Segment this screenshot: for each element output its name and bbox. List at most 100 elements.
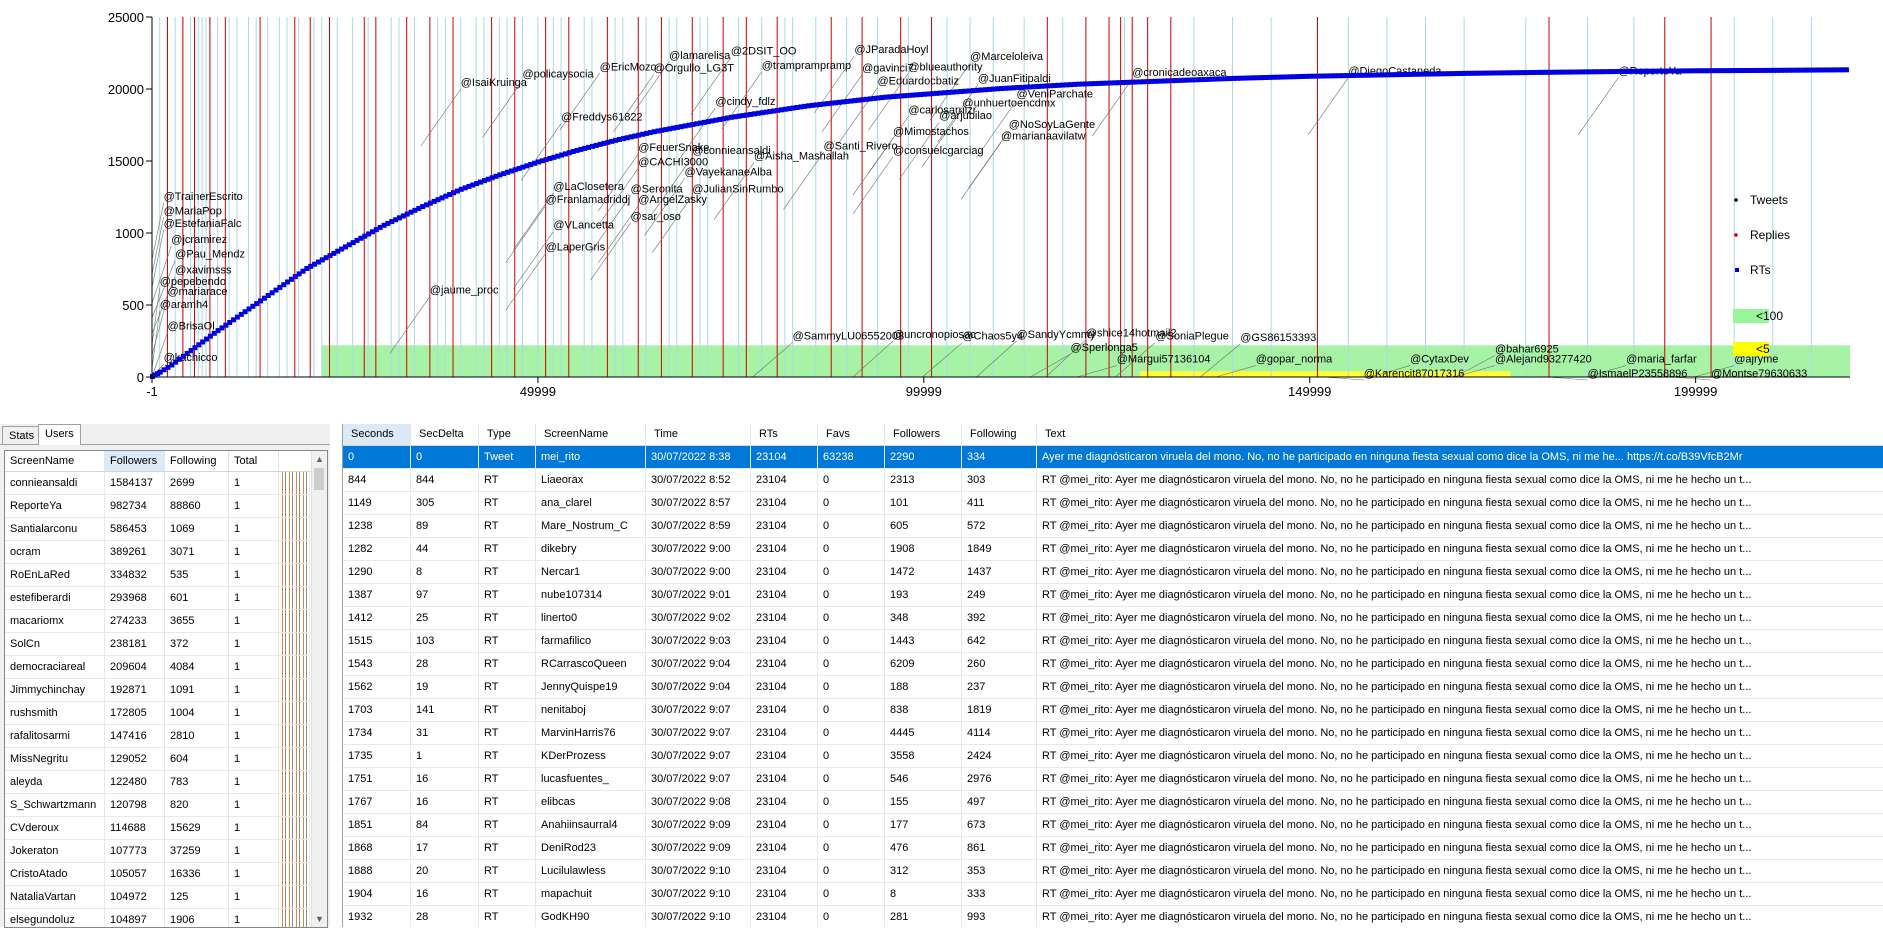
tweets-row[interactable]: 1149 305 RT ana_clarel 30/07/2022 8:57 23104 0… bbox=[343, 492, 1883, 515]
users-row[interactable]: CVderoux 114688 15629 1 bbox=[5, 817, 327, 840]
tweets-row[interactable]: 1851 84 RT Anahiinsaurral4 30/07/2022 9:09 23… bbox=[343, 814, 1883, 837]
annotation-label: @Eduardocbatiz bbox=[878, 76, 960, 88]
tweets-row[interactable]: 1238 89 RT Mare_Nostrum_C 30/07/2022 8:59 231… bbox=[343, 515, 1883, 538]
tweets-column-header-screenname[interactable]: ScreenName bbox=[536, 424, 646, 445]
users-row[interactable]: CristoAtado 105057 16336 1 bbox=[5, 863, 327, 886]
tweets-cell-screenname: RCarrascoQueen bbox=[536, 653, 646, 675]
users-row[interactable]: Jimmychinchay 192871 1091 1 bbox=[5, 679, 327, 702]
tweets-cell-following: 249 bbox=[962, 584, 1037, 606]
users-cell-screenname: SolCn bbox=[5, 633, 105, 655]
tweets-row[interactable]: 1703 141 RT nenitaboj 30/07/2022 9:07 23104 0 8… bbox=[343, 699, 1883, 722]
users-vertical-scrollbar[interactable]: ▲ ▼ bbox=[311, 451, 327, 927]
scroll-up-icon[interactable]: ▲ bbox=[312, 451, 327, 467]
tweets-column-header-secdelta[interactable]: SecDelta bbox=[411, 424, 479, 445]
tweets-row[interactable]: 844 844 RT Liaeorax 30/07/2022 8:52 23104 0 231… bbox=[343, 469, 1883, 492]
tweets-cell-secdelta: 17 bbox=[411, 837, 479, 859]
tweets-column-header-type[interactable]: Type bbox=[479, 424, 536, 445]
tweets-cell-time: 30/07/2022 9:01 bbox=[646, 584, 751, 606]
users-row[interactable]: ReporteYa 982734 88860 1 bbox=[5, 495, 327, 518]
annotation-leader bbox=[520, 123, 562, 181]
users-row[interactable]: rafalitosarmi 147416 2810 1 bbox=[5, 725, 327, 748]
users-row[interactable]: SolCn 238181 372 1 bbox=[5, 633, 327, 656]
annotation-label: @tramprampramp bbox=[762, 60, 851, 72]
users-column-header-total[interactable]: Total bbox=[229, 451, 279, 471]
scroll-thumb[interactable] bbox=[314, 468, 324, 490]
tweets-row[interactable]: 1282 44 RT dikebry 30/07/2022 9:00 23104 0 1908… bbox=[343, 538, 1883, 561]
users-grid-header: ScreenName Followers Following Total bbox=[5, 451, 327, 472]
users-row[interactable]: Santialarconu 586453 1069 1 bbox=[5, 518, 327, 541]
tab-users[interactable]: Users bbox=[38, 424, 81, 445]
users-cell-followers: 147416 bbox=[105, 725, 165, 747]
users-cell-total: 1 bbox=[229, 771, 279, 793]
tweets-column-header-favs[interactable]: Favs bbox=[818, 424, 885, 445]
tweets-cell-followers: 546 bbox=[885, 768, 962, 790]
users-row[interactable]: NataliaVartan 104972 125 1 bbox=[5, 886, 327, 909]
users-row[interactable]: ocram 389261 3071 1 bbox=[5, 541, 327, 564]
tweets-row[interactable]: 1735 1 RT KDerProzess 30/07/2022 9:07 23104 0 3… bbox=[343, 745, 1883, 768]
tweets-column-header-time[interactable]: Time bbox=[646, 424, 751, 445]
annotation-label: @gavinci7 bbox=[862, 63, 914, 75]
tweets-row[interactable]: 1751 16 RT lucasfuentes_ 30/07/2022 9:07 2310… bbox=[343, 768, 1883, 791]
tweets-cell-text: RT @mei_rito: Ayer me diagnósticaron vir… bbox=[1037, 814, 1883, 836]
tweets-row[interactable]: 1412 25 RT linerto0 30/07/2022 9:02 23104 0 348… bbox=[343, 607, 1883, 630]
tweets-column-header-rts[interactable]: RTs bbox=[751, 424, 818, 445]
users-cell-screenname: elsegundoluz bbox=[5, 909, 105, 927]
retweet-timeline-chart[interactable]: @ReporteYa@DiegoCastaneda@cronicadeoaxac… bbox=[0, 0, 1883, 412]
users-cell-followers: 293968 bbox=[105, 587, 165, 609]
tweets-cell-time: 30/07/2022 9:03 bbox=[646, 630, 751, 652]
tweets-row[interactable]: 1387 97 RT nube107314 30/07/2022 9:01 23104 0 1… bbox=[343, 584, 1883, 607]
users-activity-sparkline bbox=[279, 840, 310, 862]
users-cell-following: 2699 bbox=[165, 472, 229, 494]
tweets-row[interactable]: 1767 16 RT elibcas 30/07/2022 9:08 23104 0 155 4… bbox=[343, 791, 1883, 814]
users-row[interactable]: aleyda 122480 783 1 bbox=[5, 771, 327, 794]
tweets-column-header-text[interactable]: Text bbox=[1037, 424, 1883, 445]
users-cell-followers: 334832 bbox=[105, 564, 165, 586]
users-row[interactable]: MissNegritu 129052 604 1 bbox=[5, 748, 327, 771]
tweets-row[interactable]: 1932 28 RT GodKH90 30/07/2022 9:10 23104 0 281 9… bbox=[343, 906, 1883, 927]
users-row[interactable]: connieansaldi 1584137 2699 1 bbox=[5, 472, 327, 495]
scroll-down-icon[interactable]: ▼ bbox=[312, 911, 327, 927]
tweets-row[interactable]: 1562 19 RT JennyQuispe19 30/07/2022 9:04 2310… bbox=[343, 676, 1883, 699]
tweets-row[interactable]: 1543 28 RT RCarrascoQueen 30/07/2022 9:04 231… bbox=[343, 653, 1883, 676]
tweets-row[interactable]: 1868 17 RT DeniRod23 30/07/2022 9:09 23104 0 47… bbox=[343, 837, 1883, 860]
users-column-header-screenname[interactable]: ScreenName bbox=[5, 451, 105, 471]
users-row[interactable]: estefiberardi 293968 601 1 bbox=[5, 587, 327, 610]
tweets-grid[interactable]: Seconds SecDelta Type ScreenName Time RTs Favs… bbox=[342, 424, 1883, 927]
users-column-header-following[interactable]: Following bbox=[165, 451, 229, 471]
tweets-column-header-seconds[interactable]: Seconds bbox=[343, 424, 411, 445]
tweets-row[interactable]: 1290 8 RT Nercar1 30/07/2022 9:00 23104 0 1472 1… bbox=[343, 561, 1883, 584]
tweets-cell-time: 30/07/2022 8:57 bbox=[646, 492, 751, 514]
users-row[interactable]: elsegundoluz 104897 1906 1 bbox=[5, 909, 327, 927]
tab-stats[interactable]: Stats bbox=[2, 426, 42, 444]
tweets-row[interactable]: 1888 20 RT Lucilulawless 30/07/2022 9:10 2310… bbox=[343, 860, 1883, 883]
tweets-cell-following: 334 bbox=[962, 446, 1037, 468]
tweets-row-selected[interactable]: 0 0 Tweet mei_rito 30/07/2022 8:38 23104 63238… bbox=[343, 446, 1883, 469]
tweets-cell-favs: 0 bbox=[818, 814, 885, 836]
chart-canvas[interactable]: @ReporteYa@DiegoCastaneda@cronicadeoaxac… bbox=[0, 0, 1883, 412]
users-row[interactable]: rushsmith 172805 1004 1 bbox=[5, 702, 327, 725]
users-row[interactable]: macariomx 274233 3655 1 bbox=[5, 610, 327, 633]
tweets-cell-text: RT @mei_rito: Ayer me diagnósticaron vir… bbox=[1037, 699, 1883, 721]
tweets-column-header-following[interactable]: Following bbox=[962, 424, 1037, 445]
tweets-row[interactable]: 1515 103 RT farmafilico 30/07/2022 9:03 23104… bbox=[343, 630, 1883, 653]
tweets-cell-secdelta: 103 bbox=[411, 630, 479, 652]
annotation-leader bbox=[420, 88, 461, 147]
users-grid[interactable]: ScreenName Followers Following Total connie… bbox=[4, 450, 328, 928]
y-tick-label: 15000 bbox=[108, 154, 144, 169]
users-cell-followers: 114688 bbox=[105, 817, 165, 839]
tweets-row[interactable]: 1734 31 RT MarvinHarris76 30/07/2022 9:07 231… bbox=[343, 722, 1883, 745]
users-cell-total: 1 bbox=[229, 564, 279, 586]
users-row[interactable]: democraciareal 209604 4084 1 bbox=[5, 656, 327, 679]
tweets-column-header-followers[interactable]: Followers bbox=[885, 424, 962, 445]
users-row[interactable]: S_Schwartzmann 120798 820 1 bbox=[5, 794, 327, 817]
users-cell-total: 1 bbox=[229, 886, 279, 908]
users-cell-total: 1 bbox=[229, 587, 279, 609]
users-row[interactable]: Jokeraton 107773 37259 1 bbox=[5, 840, 327, 863]
tweets-cell-screenname: mapachuit bbox=[536, 883, 646, 905]
users-row[interactable]: RoEnLaRed 334832 535 1 bbox=[5, 564, 327, 587]
users-activity-sparkline bbox=[279, 794, 310, 816]
tweets-cell-followers: 1443 bbox=[885, 630, 962, 652]
tweets-row[interactable]: 1904 16 RT mapachuit 30/07/2022 9:10 23104 0 8 3… bbox=[343, 883, 1883, 906]
users-column-header-followers[interactable]: Followers bbox=[105, 451, 165, 471]
tweets-cell-secdelta: 141 bbox=[411, 699, 479, 721]
